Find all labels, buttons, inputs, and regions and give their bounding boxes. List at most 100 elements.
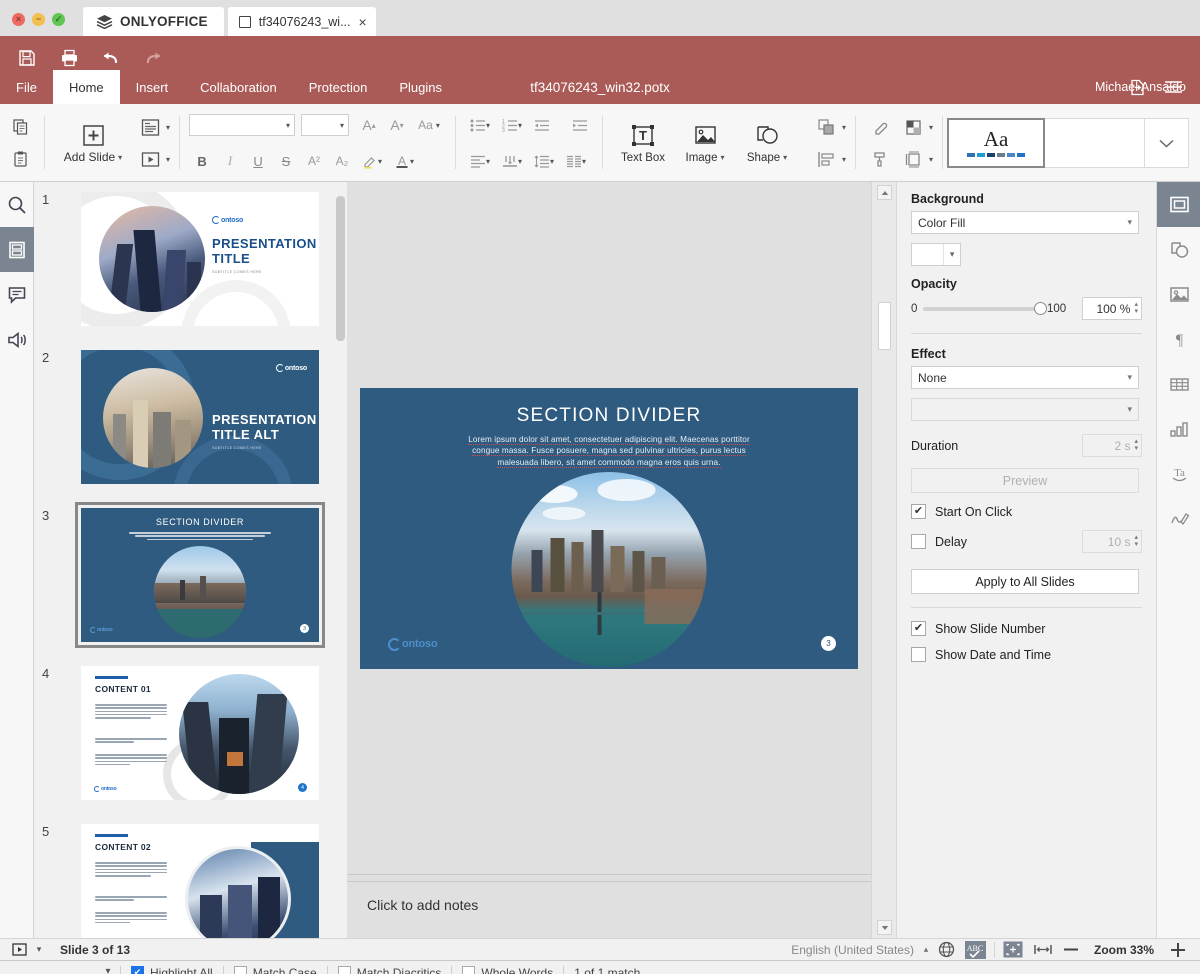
- background-color-button[interactable]: ▾: [911, 243, 961, 266]
- tab-insert[interactable]: Insert: [120, 70, 185, 104]
- copy-icon[interactable]: [7, 113, 35, 141]
- font-size-select[interactable]: ▾: [301, 114, 350, 136]
- tab-protection[interactable]: Protection: [293, 70, 384, 104]
- hamburger-menu-icon[interactable]: [1158, 72, 1188, 102]
- sidebar-item-table-settings[interactable]: [1157, 362, 1200, 407]
- slide-layout-icon[interactable]: [136, 113, 164, 141]
- maximize-window-button[interactable]: ✓: [52, 13, 65, 26]
- show-slide-number-checkbox[interactable]: ✔: [911, 621, 926, 636]
- minimize-window-button[interactable]: −: [32, 13, 45, 26]
- list-item[interactable]: 2 ontoso PRESENTATION TITLE ALT SUBTITLE …: [34, 340, 347, 508]
- slide-thumbnail-panel[interactable]: 1 ontoso PRESENTATION TITLE SUBTITLE COME…: [34, 182, 347, 938]
- increase-font-size-icon[interactable]: A ▴: [356, 112, 382, 138]
- canvas-vertical-scrollbar[interactable]: [871, 182, 896, 938]
- highlight-color-icon[interactable]: ▾: [357, 148, 387, 174]
- list-item[interactable]: 5 CONTENT 02: [34, 814, 347, 938]
- zoom-level[interactable]: Zoom 33%: [1084, 943, 1164, 957]
- align-shape-icon[interactable]: [812, 145, 840, 173]
- chevron-down-icon[interactable]: ▾: [929, 123, 933, 132]
- shape-button[interactable]: Shape ▾: [736, 110, 798, 176]
- whole-words-option[interactable]: Whole Words: [452, 962, 563, 974]
- chevron-down-icon[interactable]: ▾: [783, 153, 787, 162]
- paste-icon[interactable]: [7, 145, 35, 173]
- slide-image[interactable]: [511, 471, 707, 667]
- document-language[interactable]: English (United States): [791, 943, 914, 957]
- font-name-select[interactable]: ▾: [189, 114, 296, 136]
- image-button[interactable]: Image ▾: [674, 110, 736, 176]
- apply-to-all-slides-button[interactable]: Apply to All Slides: [911, 569, 1139, 594]
- slide-title[interactable]: SECTION DIVIDER: [360, 405, 858, 427]
- vertical-align-icon[interactable]: ▾: [497, 148, 527, 174]
- slide-thumbnail-4[interactable]: CONTENT 01 ontoso 4: [81, 666, 319, 800]
- delay-row[interactable]: Delay 10 s ▴ ▾: [911, 530, 1142, 553]
- zoom-out-button[interactable]: [1058, 939, 1084, 961]
- tab-file[interactable]: File: [0, 70, 53, 104]
- whole-words-checkbox[interactable]: [462, 966, 476, 974]
- chevron-down-icon[interactable]: ▾: [166, 123, 170, 132]
- match-diacritics-checkbox[interactable]: [337, 966, 351, 974]
- document-tab[interactable]: tf34076243_wi... ×: [227, 7, 376, 36]
- add-slide-button[interactable]: Add Slide ▾: [54, 110, 132, 176]
- sidebar-item-paragraph-settings[interactable]: ¶: [1157, 317, 1200, 362]
- sidebar-item-text-art-settings[interactable]: Ta: [1157, 452, 1200, 497]
- sidebar-item-image-settings[interactable]: [1157, 272, 1200, 317]
- sidebar-item-feedback[interactable]: [0, 317, 34, 362]
- sidebar-item-slides[interactable]: [0, 227, 34, 272]
- notes-placeholder[interactable]: Click to add notes: [347, 881, 871, 938]
- start-slideshow-icon[interactable]: [8, 939, 30, 961]
- close-tab-icon[interactable]: ×: [359, 15, 367, 29]
- undo-icon[interactable]: [92, 43, 130, 73]
- list-item[interactable]: 4 CONTENT 01 ontoso 4: [34, 656, 347, 824]
- theme-preview-empty[interactable]: [1045, 118, 1146, 168]
- list-item[interactable]: 1 ontoso PRESENTATION TITLE SUBTITLE COME…: [34, 182, 347, 350]
- delay-checkbox[interactable]: [911, 534, 926, 549]
- tab-home[interactable]: Home: [52, 70, 120, 104]
- stepper-arrows[interactable]: ▴ ▾: [1134, 301, 1138, 315]
- slideshow-options-chevron-down-icon[interactable]: ▾: [30, 939, 48, 961]
- thumbnail-scrollbar-thumb[interactable]: [336, 196, 345, 341]
- save-icon[interactable]: [8, 43, 46, 73]
- shape-fill-icon[interactable]: [899, 113, 927, 141]
- scroll-up-icon[interactable]: [877, 185, 892, 200]
- line-spacing-icon[interactable]: ▾: [529, 148, 559, 174]
- scroll-down-icon[interactable]: [877, 920, 892, 935]
- zoom-in-button[interactable]: [1164, 939, 1192, 961]
- tab-plugins[interactable]: Plugins: [383, 70, 458, 104]
- opacity-slider-handle[interactable]: [1034, 301, 1047, 315]
- match-case-checkbox[interactable]: [233, 966, 247, 974]
- brand-tab[interactable]: ONLYOFFICE: [83, 7, 224, 36]
- superscript-icon[interactable]: A²: [301, 148, 327, 174]
- bullet-list-icon[interactable]: ▾: [465, 112, 495, 138]
- chevron-down-icon[interactable]: ▾: [118, 153, 122, 162]
- strikethrough-icon[interactable]: S: [273, 148, 299, 174]
- match-case-option[interactable]: Match Case: [224, 962, 327, 974]
- start-slideshow-icon[interactable]: [136, 145, 164, 173]
- sidebar-item-chart-settings[interactable]: [1157, 407, 1200, 452]
- opacity-stepper[interactable]: 100 % ▴ ▾: [1082, 297, 1142, 320]
- underline-icon[interactable]: U: [245, 148, 271, 174]
- clear-style-icon[interactable]: [865, 113, 893, 141]
- italic-icon[interactable]: I: [217, 148, 243, 174]
- chevron-up-icon[interactable]: ▴: [919, 939, 933, 961]
- sidebar-item-signature-settings[interactable]: [1157, 497, 1200, 542]
- start-on-click-checkbox[interactable]: ✔: [911, 504, 926, 519]
- font-color-icon[interactable]: A ▾: [389, 148, 419, 174]
- current-slide[interactable]: SECTION DIVIDER Lorem ipsum dolor sit am…: [360, 387, 858, 669]
- close-window-button[interactable]: ×: [12, 13, 25, 26]
- slide-thumbnail-3[interactable]: SECTION DIVIDER ontoso 3: [75, 502, 325, 648]
- show-date-time-checkbox[interactable]: [911, 647, 926, 662]
- chevron-down-icon[interactable]: ▾: [929, 155, 933, 164]
- slide-body-text[interactable]: Lorem ipsum dolor sit amet, consectetuer…: [446, 434, 772, 469]
- fit-to-slide-icon[interactable]: [998, 939, 1028, 961]
- chevron-down-icon[interactable]: ▾: [166, 155, 170, 164]
- arrange-shape-icon[interactable]: [812, 113, 840, 141]
- chevron-down-icon[interactable]: ▾: [842, 155, 846, 164]
- sidebar-item-search[interactable]: [0, 182, 34, 227]
- notes-splitter[interactable]: [347, 874, 871, 881]
- increase-indent-icon[interactable]: [567, 112, 593, 138]
- fit-to-width-icon[interactable]: [1028, 939, 1058, 961]
- highlight-all-option[interactable]: ✔ Highlight All: [121, 962, 223, 974]
- horizontal-align-icon[interactable]: ▾: [465, 148, 495, 174]
- text-box-button[interactable]: T Text Box: [612, 110, 674, 176]
- start-on-click-row[interactable]: ✔ Start On Click: [911, 504, 1142, 519]
